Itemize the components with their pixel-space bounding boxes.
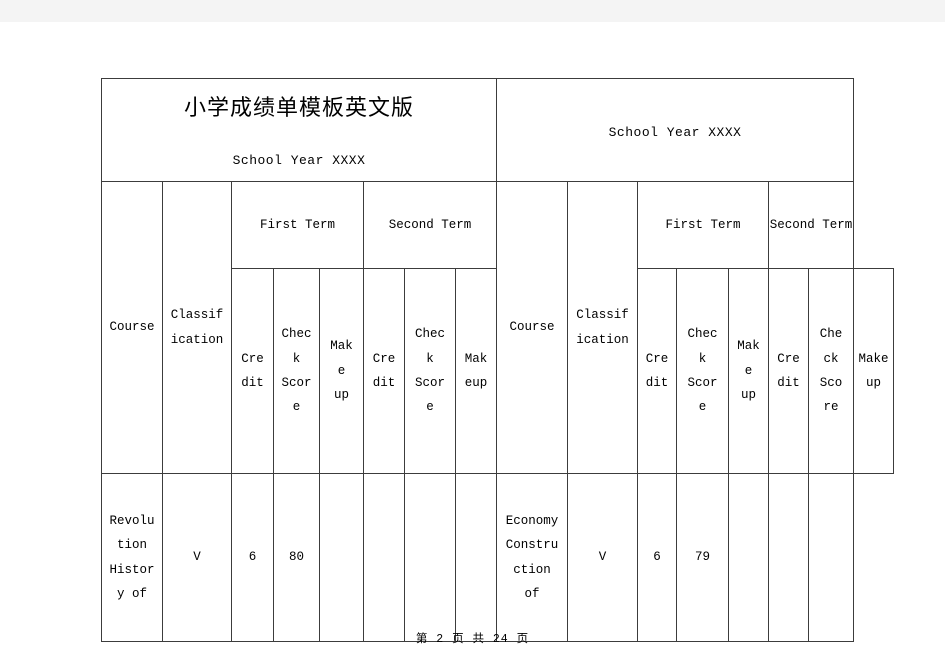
page-footer: 第 2 页 共 24 页 xyxy=(415,633,530,646)
right-header-second-check-score: Che ck Sco re xyxy=(808,268,855,474)
right-header-second-credit: Cre dit xyxy=(768,268,810,474)
left-header-first-term: First Term xyxy=(231,181,364,269)
table-title-row: 小学成绩单模板英文版 School Year XXXX School Year … xyxy=(100,78,894,182)
left-cell-second-check-score xyxy=(404,473,456,642)
right-header-first-check-score: Chec k Scor e xyxy=(676,268,730,474)
right-cell-second-makeup xyxy=(808,473,855,642)
right-cell-second-check-score xyxy=(768,473,810,642)
right-cell-first-check-score: 79 xyxy=(676,473,730,642)
right-cell-first-credit: 6 xyxy=(637,473,678,642)
right-header-first-makeup: Mak e up xyxy=(728,268,770,474)
document-page: 小学成绩单模板英文版 School Year XXXX School Year … xyxy=(0,22,945,669)
report-card-table: 小学成绩单模板英文版 School Year XXXX School Year … xyxy=(100,78,894,642)
left-header-second-credit: Cre dit xyxy=(363,268,405,474)
school-year-left: School Year XXXX xyxy=(232,152,366,168)
page-title: 小学成绩单模板英文版 xyxy=(184,95,415,121)
table-row: Revolu tion Histor y of V 6 80 Economy C… xyxy=(101,473,894,642)
school-year-right: School Year XXXX xyxy=(608,125,742,141)
right-header-classification: Classif ication xyxy=(567,181,639,474)
right-cell-first-makeup xyxy=(728,473,770,642)
left-cell-first-credit: 6 xyxy=(231,473,274,642)
title-cell-left: 小学成绩单模板英文版 School Year XXXX xyxy=(100,78,498,182)
right-cell-course: Economy Constru ction of xyxy=(496,473,569,642)
right-header-second-makeup: Make up xyxy=(853,268,894,474)
left-cell-course: Revolu tion Histor y of xyxy=(101,473,163,642)
right-header-second-term: Second Term xyxy=(768,181,855,269)
left-header-course: Course xyxy=(101,181,163,474)
left-header-classification: Classif ication xyxy=(162,181,232,474)
left-cell-first-check-score: 80 xyxy=(273,473,320,642)
left-cell-second-makeup xyxy=(454,473,498,642)
left-header-second-term: Second Term xyxy=(362,181,498,269)
right-header-first-credit: Cre dit xyxy=(637,268,678,474)
left-header-first-check-score: Chec k Scor e xyxy=(273,268,320,474)
left-header-second-makeup: Mak eup xyxy=(454,268,498,474)
left-cell-classification: V xyxy=(162,473,232,642)
term-group-header-row: Course Classif ication First Term Second… xyxy=(101,181,894,474)
left-cell-first-makeup xyxy=(319,473,364,642)
right-header-course: Course xyxy=(496,181,569,474)
left-header-second-check-score: Chec k Scor e xyxy=(404,268,456,474)
right-header-first-term: First Term xyxy=(637,181,770,269)
left-header-first-makeup: Mak e up xyxy=(319,268,364,474)
left-header-first-credit: Cre dit xyxy=(231,268,274,474)
right-cell-classification: V xyxy=(567,473,639,642)
viewer-top-band xyxy=(0,0,945,22)
left-cell-second-credit xyxy=(363,473,405,642)
title-cell-right: School Year XXXX xyxy=(496,78,855,182)
